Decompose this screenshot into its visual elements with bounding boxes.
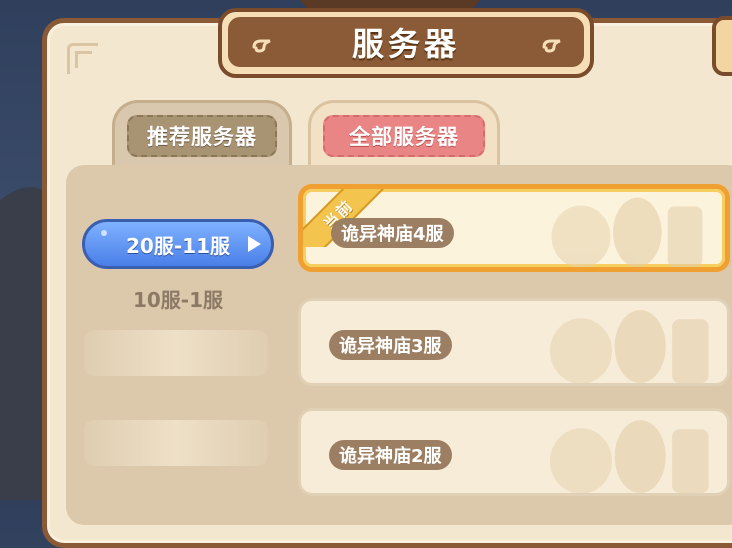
range-label: 20服-11服	[126, 233, 230, 258]
server-name: 诡异神庙4服	[331, 218, 454, 248]
swirl-right-icon	[542, 39, 561, 53]
server-card-3[interactable]: 诡异神庙3服	[298, 298, 730, 386]
range-placeholder	[84, 420, 268, 466]
character-art	[551, 197, 703, 267]
server-card-4[interactable]: 当前 诡异神庙4服	[298, 184, 730, 272]
title-bar: 服务器	[228, 17, 584, 67]
server-name: 诡异神庙2服	[329, 440, 452, 470]
close-button[interactable]	[712, 16, 732, 76]
range-item-20-11[interactable]: 20服-11服	[82, 219, 274, 269]
server-name: 诡异神庙3服	[329, 330, 452, 360]
tab-label: 推荐服务器	[127, 115, 277, 157]
character-art	[550, 310, 709, 383]
character-art	[550, 420, 709, 493]
tab-recommended-servers[interactable]: 推荐服务器	[112, 100, 292, 166]
server-card-2[interactable]: 诡异神庙2服	[298, 408, 730, 496]
swirl-left-icon	[252, 39, 271, 53]
title-banner: 服务器	[218, 8, 594, 78]
range-placeholder	[84, 330, 268, 376]
corner-ornament-inner	[75, 51, 92, 68]
range-item-10-1[interactable]: 10服-1服	[82, 282, 274, 314]
highlight-dot	[101, 230, 107, 236]
tab-label: 全部服务器	[323, 115, 485, 157]
page-title: 服务器	[351, 25, 460, 63]
play-arrow-icon	[248, 236, 261, 252]
tab-all-servers[interactable]: 全部服务器	[308, 100, 500, 166]
